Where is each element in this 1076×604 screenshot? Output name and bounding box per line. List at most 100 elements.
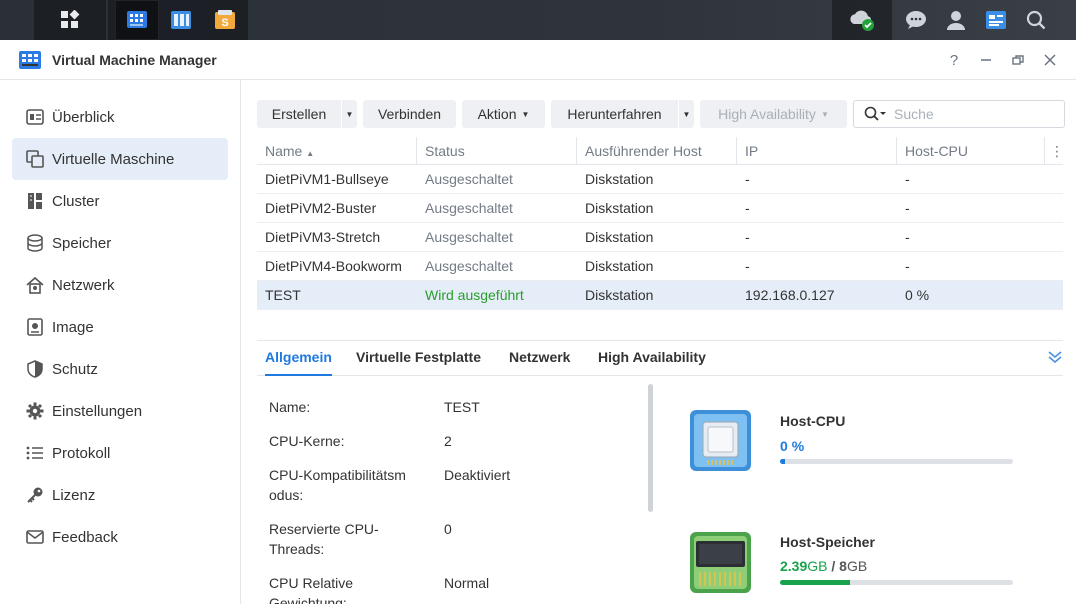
caret-down-icon: ▼	[345, 109, 354, 119]
messages-button[interactable]	[896, 0, 936, 40]
user-button[interactable]	[936, 0, 976, 40]
connect-button[interactable]: Verbinden	[363, 100, 456, 128]
virtual-machine-icon	[24, 148, 46, 170]
more-vertical-icon: ⋮	[1050, 143, 1064, 159]
storage-icon	[24, 232, 46, 254]
minimize-icon	[981, 59, 991, 61]
taskbar-vmm-app[interactable]	[115, 0, 159, 40]
cloud-check-icon	[850, 10, 874, 31]
sidebar: Überblick Virtuelle Maschine Cluster Spe…	[0, 80, 241, 604]
storage-manager-icon	[171, 11, 191, 29]
column-header-name[interactable]: Name ▲	[257, 137, 417, 165]
column-header-cpu[interactable]: Host-CPU	[897, 137, 1045, 165]
main-menu-button[interactable]	[34, 0, 106, 40]
details-scrollbar[interactable]	[648, 384, 653, 512]
collapse-chevrons-icon[interactable]	[1047, 349, 1063, 365]
sidebar-item-label: Feedback	[52, 528, 118, 546]
image-icon	[24, 316, 46, 338]
tab-high-availability[interactable]: High Availability	[598, 341, 706, 376]
tab-network[interactable]: Netzwerk	[509, 341, 570, 376]
widgets-button[interactable]	[976, 0, 1016, 40]
help-icon: ?	[949, 51, 959, 69]
table-row[interactable]: DietPiVM3-Stretch Ausgeschaltet Diskstat…	[257, 223, 1063, 252]
memory-module-icon	[690, 532, 751, 593]
sidebar-item-label: Lizenz	[52, 486, 96, 504]
global-search-button[interactable]	[1016, 0, 1056, 40]
caret-down-icon: ▼	[682, 109, 691, 119]
tab-general[interactable]: Allgemein	[265, 341, 332, 376]
sidebar-item-label: Einstellungen	[52, 402, 143, 420]
vmm-app-icon	[19, 50, 41, 69]
field-value-cpu-weight: Normal	[444, 575, 490, 591]
search-icon	[1026, 10, 1046, 30]
sidebar-item-protection[interactable]: Schutz	[12, 348, 228, 390]
taskbar-storage-app[interactable]	[160, 0, 202, 40]
shutdown-dropdown-button[interactable]: ▼	[678, 100, 694, 128]
window-title: Virtual Machine Manager	[52, 51, 217, 68]
table-row-selected[interactable]: TEST Wird ausgeführt Diskstation 192.168…	[257, 281, 1063, 310]
taskbar: S	[0, 0, 1076, 40]
sidebar-item-image[interactable]: Image	[12, 306, 228, 348]
caret-down-icon: ▼	[820, 109, 829, 119]
field-label-cpu-weight: CPU Relative Gewichtung:	[269, 575, 354, 604]
shield-icon	[24, 358, 46, 380]
close-button[interactable]	[1034, 40, 1066, 80]
chat-icon	[906, 11, 926, 29]
sidebar-item-label: Protokoll	[52, 444, 111, 462]
host-cpu-value: 0 %	[780, 438, 805, 454]
vmm-app-icon	[127, 11, 147, 28]
sidebar-item-settings[interactable]: Einstellungen	[12, 390, 228, 432]
field-value-name: TEST	[444, 399, 480, 415]
package-center-icon: S	[215, 10, 235, 29]
detail-tabs: Allgemein Virtuelle Festplatte Netzwerk …	[257, 340, 1063, 376]
column-header-host[interactable]: Ausführender Host	[577, 137, 737, 165]
table-header: Name ▲ Status Ausführender Host IP Host-…	[257, 137, 1064, 165]
field-label-name: Name:	[269, 399, 311, 415]
column-header-ip[interactable]: IP	[737, 137, 897, 165]
sidebar-item-virtual-machine[interactable]: Virtuelle Maschine	[12, 138, 228, 180]
restore-button[interactable]	[1002, 40, 1034, 80]
cloud-sync-button[interactable]	[832, 0, 892, 40]
search-input[interactable]: Suche	[853, 100, 1065, 128]
log-icon	[24, 442, 46, 464]
mail-icon	[24, 526, 46, 548]
app-grid-icon	[61, 10, 80, 28]
search-icon	[864, 106, 886, 121]
sidebar-item-overview[interactable]: Überblick	[12, 96, 228, 138]
column-options-button[interactable]: ⋮	[1045, 137, 1064, 165]
taskbar-package-app[interactable]: S	[204, 0, 246, 40]
field-value-cpu-cores: 2	[444, 433, 452, 449]
sidebar-item-storage[interactable]: Speicher	[12, 222, 228, 264]
cpu-chip-icon	[690, 410, 751, 471]
column-header-status[interactable]: Status	[417, 137, 577, 165]
cluster-icon	[24, 190, 46, 212]
host-memory-bar	[780, 580, 1013, 585]
close-icon	[1044, 54, 1056, 66]
create-button[interactable]: Erstellen	[257, 100, 341, 128]
sidebar-item-network[interactable]: Netzwerk	[12, 264, 228, 306]
shutdown-button[interactable]: Herunterfahren	[551, 100, 678, 128]
widgets-icon	[986, 11, 1006, 29]
create-dropdown-button[interactable]: ▼	[341, 100, 357, 128]
sidebar-item-log[interactable]: Protokoll	[12, 432, 228, 474]
sidebar-item-cluster[interactable]: Cluster	[12, 180, 228, 222]
table-row[interactable]: DietPiVM1-Bullseye Ausgeschaltet Disksta…	[257, 165, 1063, 194]
host-memory-value: 2.39GB / 8GB	[780, 558, 868, 574]
user-icon	[947, 11, 965, 30]
search-placeholder: Suche	[894, 106, 934, 122]
window-titlebar: Virtual Machine Manager ?	[0, 40, 1076, 80]
tab-virtual-disk[interactable]: Virtuelle Festplatte	[356, 341, 481, 376]
field-value-reserved-threads: 0	[444, 521, 452, 537]
sidebar-item-license[interactable]: Lizenz	[12, 474, 228, 516]
sidebar-item-feedback[interactable]: Feedback	[12, 516, 228, 558]
minimize-button[interactable]	[970, 40, 1002, 80]
gear-icon	[24, 400, 46, 422]
vm-table: Name ▲ Status Ausführender Host IP Host-…	[257, 137, 1064, 310]
field-value-cpu-compat: Deaktiviert	[444, 467, 511, 483]
table-row[interactable]: DietPiVM2-Buster Ausgeschaltet Diskstati…	[257, 194, 1063, 223]
action-menu-button[interactable]: Aktion ▼	[462, 100, 545, 128]
table-row[interactable]: DietPiVM4-Bookworm Ausgeschaltet Disksta…	[257, 252, 1063, 281]
high-availability-button[interactable]: High Availability ▼	[700, 100, 847, 128]
sort-asc-icon: ▲	[306, 149, 315, 158]
help-button[interactable]: ?	[938, 40, 970, 80]
